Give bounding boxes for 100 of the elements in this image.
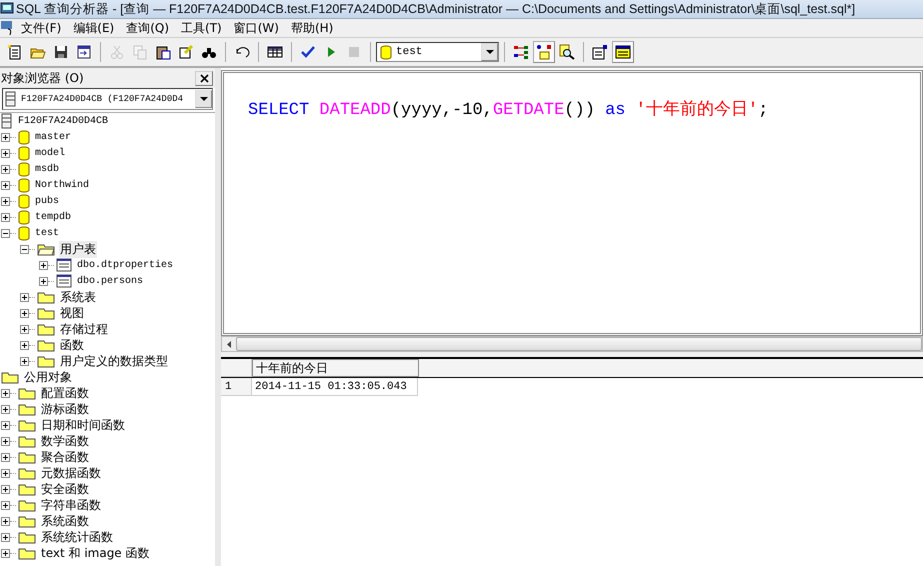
object-browser-button[interactable]: [533, 41, 555, 63]
folder-icon: [18, 466, 36, 480]
results-pane-button[interactable]: [612, 41, 634, 63]
query-editor[interactable]: SELECT DATEADD(yyyy,-10,GETDATE()) as '十年前的今日';: [221, 70, 923, 336]
menu-item[interactable]: 帮助(H): [286, 20, 340, 36]
expand-toggle[interactable]: [1, 164, 10, 174]
tree-item[interactable]: test: [34, 228, 60, 238]
expand-toggle[interactable]: [1, 388, 10, 398]
database-icon: [18, 177, 30, 193]
search-icon: [559, 44, 575, 60]
edit-icon: [178, 44, 194, 60]
tree-item[interactable]: 元数据函数: [40, 464, 102, 482]
tree-item[interactable]: 用户表: [59, 240, 97, 258]
tree-item[interactable]: 日期和时间函数: [40, 416, 126, 434]
tree-item[interactable]: 安全函数: [40, 480, 90, 498]
tree-item[interactable]: dbo.persons: [76, 276, 144, 286]
tree-item[interactable]: 存储过程: [59, 320, 109, 338]
expand-toggle[interactable]: [20, 340, 29, 350]
tree-item[interactable]: 用户定义的数据类型: [59, 352, 169, 370]
grid-icon: [267, 44, 283, 60]
tree-item[interactable]: msdb: [34, 164, 60, 174]
expand-toggle[interactable]: [1, 132, 10, 142]
caret-icon: [486, 50, 494, 54]
tree-item[interactable]: 数学函数: [40, 432, 90, 450]
load-script-icon: [76, 44, 92, 60]
check-icon: [300, 44, 316, 60]
tree-item[interactable]: 聚合函数: [40, 448, 90, 466]
stop-icon: [346, 44, 362, 60]
expand-toggle[interactable]: [1, 228, 10, 238]
pane-splitter[interactable]: [221, 352, 923, 359]
expand-toggle[interactable]: [1, 468, 10, 478]
tree-item[interactable]: 视图: [59, 304, 85, 322]
tree-item[interactable]: 游标函数: [40, 400, 90, 418]
expand-toggle[interactable]: [1, 548, 10, 558]
tree-item[interactable]: text 和 image 函数: [40, 544, 151, 562]
undo-icon: [234, 44, 250, 60]
copy-icon: [132, 44, 148, 60]
expand-toggle[interactable]: [1, 452, 10, 462]
expand-toggle[interactable]: [20, 244, 29, 254]
tree-item[interactable]: 系统统计函数: [40, 528, 114, 546]
tree-item[interactable]: 函数: [59, 336, 85, 354]
menu-item[interactable]: 文件(F): [16, 20, 68, 36]
column-header[interactable]: 十年前的今日: [252, 359, 419, 377]
database-icon: [18, 145, 30, 161]
paste-icon: [155, 44, 171, 60]
folder-icon: [18, 546, 36, 560]
database-icon: [380, 44, 392, 60]
expand-toggle[interactable]: [20, 356, 29, 366]
tree-item[interactable]: 字符串函数: [40, 496, 102, 514]
database-icon: [18, 225, 30, 241]
table-icon: [56, 258, 72, 272]
tree-item[interactable]: pubs: [34, 196, 60, 206]
folder-icon: [18, 386, 36, 400]
expand-toggle[interactable]: [20, 324, 29, 334]
expand-toggle[interactable]: [1, 212, 10, 222]
tree-item[interactable]: 系统函数: [40, 512, 90, 530]
folder-icon: [18, 402, 36, 416]
database-icon: [18, 129, 30, 145]
tree-item[interactable]: F120F7A24D0D4CB: [17, 116, 110, 126]
tree-item[interactable]: 公用对象: [23, 368, 73, 386]
expand-toggle[interactable]: [1, 500, 10, 510]
tree-item[interactable]: 配置函数: [40, 384, 90, 402]
folder-icon: [37, 306, 55, 320]
properties-icon: [592, 44, 608, 60]
tree-item[interactable]: dbo.dtproperties: [76, 260, 174, 270]
app-icon: [0, 2, 14, 16]
folder-icon: [18, 514, 36, 528]
expand-toggle[interactable]: [1, 516, 10, 526]
caret-icon: [200, 97, 208, 101]
tree-item[interactable]: tempdb: [34, 212, 72, 222]
tree-item[interactable]: master: [34, 132, 72, 142]
close-button[interactable]: [195, 70, 213, 86]
window-title: SQL 查询分析器 - [查询 — F120F7A24D0D4CB.test.F120F7A24D0D4CB\Administrator — C:\Documents and Settings\Administrator\桌面\sql_test.sql*]: [16, 0, 856, 18]
row-number: 1: [221, 378, 252, 396]
menu-item[interactable]: 编辑(E): [68, 20, 122, 36]
expand-toggle[interactable]: [1, 180, 10, 190]
menu-item[interactable]: 窗口(W): [228, 20, 286, 36]
expand-toggle[interactable]: [1, 484, 10, 494]
expand-toggle[interactable]: [1, 436, 10, 446]
expand-toggle[interactable]: [1, 420, 10, 430]
database-dropdown[interactable]: test: [376, 42, 499, 62]
expand-toggle[interactable]: [39, 276, 48, 286]
expand-toggle[interactable]: [39, 260, 48, 270]
folder-icon: [18, 450, 36, 464]
expand-toggle[interactable]: [1, 196, 10, 206]
new-query-icon: [7, 44, 23, 60]
folder-icon: [18, 434, 36, 448]
menu-item[interactable]: 查询(Q): [121, 20, 176, 36]
expand-toggle[interactable]: [1, 532, 10, 542]
expand-toggle[interactable]: [1, 148, 10, 158]
expand-toggle[interactable]: [20, 308, 29, 318]
panel-title: 对象浏览器 (O): [1, 70, 84, 86]
server-dropdown[interactable]: F120F7A24D0D4CB (F120F7A24D0D4: [2, 88, 213, 110]
tree-item[interactable]: 系统表: [59, 288, 97, 306]
tree-item[interactable]: Northwind: [34, 180, 90, 190]
folder-icon: [37, 322, 55, 336]
expand-toggle[interactable]: [20, 292, 29, 302]
expand-toggle[interactable]: [1, 404, 10, 414]
menu-item[interactable]: 工具(T): [176, 20, 229, 36]
tree-item[interactable]: model: [34, 148, 66, 158]
